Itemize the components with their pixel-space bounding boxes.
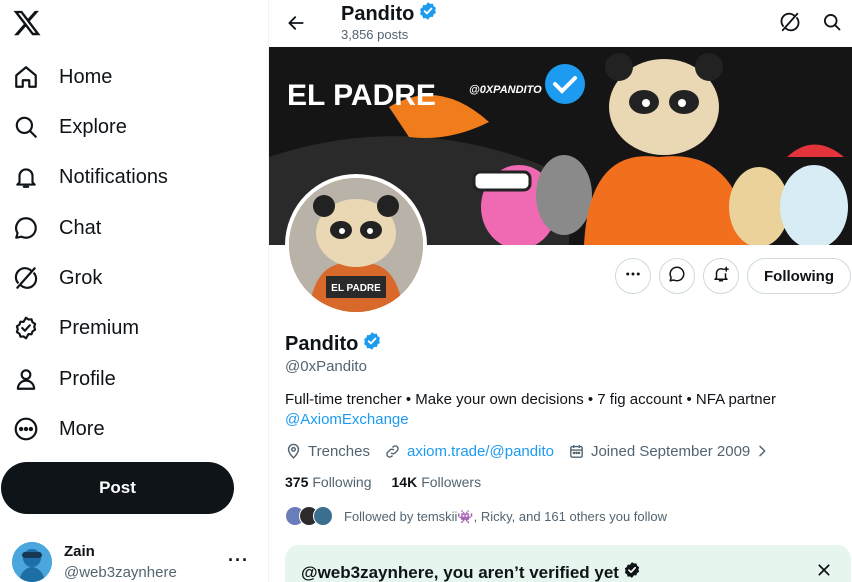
back-arrow-icon[interactable] <box>281 8 311 38</box>
notify-button[interactable] <box>703 258 739 294</box>
calendar-icon <box>570 444 583 458</box>
posts-count: 3,856 posts <box>341 27 409 42</box>
followed-by-text: Followed by temskii👾, Ricky, and 161 oth… <box>344 509 668 524</box>
chat-bubble-icon <box>668 265 686 288</box>
follower-avatar <box>313 506 333 526</box>
following-stat[interactable]: 375 Following <box>285 474 372 490</box>
followers-stat[interactable]: 14K Followers <box>392 474 482 490</box>
bell-plus-icon <box>712 265 730 288</box>
nav-premium-label: Premium <box>59 316 140 339</box>
nav-home-label: Home <box>59 65 113 88</box>
left-sidebar: Home Explore Notifications Chat Grok Pre… <box>0 0 268 582</box>
nav-notifications[interactable]: Notifications <box>0 152 240 202</box>
location-pin-icon <box>287 443 300 459</box>
search-icon[interactable] <box>819 9 845 35</box>
profile-name-row: Pandito <box>285 331 382 357</box>
nav-chat[interactable]: Chat <box>0 203 240 253</box>
nav-explore-label: Explore <box>59 115 127 138</box>
account-switcher[interactable]: Zain @web3zaynhere ··· <box>12 540 258 582</box>
profile-bio: Full-time trencher • Make your own decis… <box>285 390 845 430</box>
website[interactable]: axiom.trade/@pandito <box>384 443 554 460</box>
followed-by-avatars <box>285 506 333 528</box>
bio-mention-link[interactable]: @AxiomExchange <box>285 410 845 430</box>
banner-handle: @0XPANDITO <box>469 84 542 96</box>
nav-more-label: More <box>59 417 105 440</box>
nav-notifications-label: Notifications <box>59 165 168 188</box>
following-button[interactable]: Following <box>747 258 851 294</box>
person-icon <box>12 365 40 393</box>
close-icon[interactable] <box>815 561 833 579</box>
profile-column: Pandito 3,856 posts EL PADRE @0XPANDITO <box>269 0 852 582</box>
website-link[interactable]: axiom.trade/@pandito <box>407 443 554 460</box>
x-logo-icon[interactable] <box>12 8 42 38</box>
joined-text: Joined September 2009 <box>590 442 751 460</box>
grok-icon <box>12 264 40 292</box>
followers-label: Followers <box>421 474 482 490</box>
verified-badge-icon <box>418 1 438 27</box>
grok-icon[interactable] <box>777 9 803 35</box>
verified-badge-icon <box>12 314 40 342</box>
followed-by[interactable]: Followed by temskii👾, Ricky, and 161 oth… <box>285 506 667 528</box>
more-dots-icon <box>624 265 642 288</box>
profile-meta: Trenches axiom.trade/@pandito Joined Sep… <box>285 441 784 461</box>
followers-count: 14K <box>391 474 418 490</box>
profile-handle: @0xPandito <box>285 358 367 375</box>
verified-badge-icon[interactable] <box>362 331 382 357</box>
more-circle-icon <box>12 415 40 443</box>
follow-stats: 375 Following 14K Followers <box>285 474 481 490</box>
account-name: Zain <box>64 543 95 560</box>
nav-grok-label: Grok <box>59 266 103 289</box>
nav-profile[interactable]: Profile <box>0 354 240 404</box>
nav-home[interactable]: Home <box>0 52 240 102</box>
search-icon <box>12 113 40 141</box>
verification-prompt: @web3zaynhere, you aren’t verified yet <box>285 545 851 582</box>
profile-avatar[interactable]: EL PADRE <box>285 174 427 316</box>
message-button[interactable] <box>659 258 695 294</box>
verification-text: @web3zaynhere, you aren’t verified yet <box>301 562 619 582</box>
profile-header-bar: Pandito 3,856 posts <box>269 0 852 46</box>
home-icon <box>12 63 40 91</box>
bell-icon <box>12 163 40 191</box>
nav-grok[interactable]: Grok <box>0 253 240 303</box>
location-text: Trenches <box>308 442 370 460</box>
location: Trenches <box>285 443 370 460</box>
header-title: Pandito <box>341 1 438 27</box>
chevron-right-icon <box>759 445 766 457</box>
link-icon <box>386 444 399 458</box>
avatar-caption: EL PADRE <box>331 283 381 294</box>
nav-profile-label: Profile <box>59 367 116 390</box>
following-count: 375 <box>285 474 309 490</box>
post-button[interactable]: Post <box>1 462 234 514</box>
header-name: Pandito <box>341 2 415 25</box>
following-label: Following <box>312 474 372 490</box>
more-options-button[interactable] <box>615 258 651 294</box>
chat-bubble-icon <box>12 214 40 242</box>
nav-explore[interactable]: Explore <box>0 102 240 152</box>
account-handle: @web3zaynhere <box>64 564 177 581</box>
profile-name: Pandito <box>285 332 359 355</box>
avatar <box>12 542 52 582</box>
account-more-icon[interactable]: ··· <box>228 550 249 571</box>
nav-more[interactable]: More <box>0 404 240 454</box>
verified-badge-icon <box>623 561 641 582</box>
banner-el-text: EL PADRE <box>287 79 436 112</box>
bio-text: Full-time trencher • Make your own decis… <box>285 391 776 408</box>
nav-premium[interactable]: Premium <box>0 303 240 353</box>
joined-date[interactable]: Joined September 2009 <box>568 443 770 460</box>
nav-chat-label: Chat <box>59 216 102 239</box>
verification-text-row: @web3zaynhere, you aren’t verified yet <box>301 561 641 582</box>
